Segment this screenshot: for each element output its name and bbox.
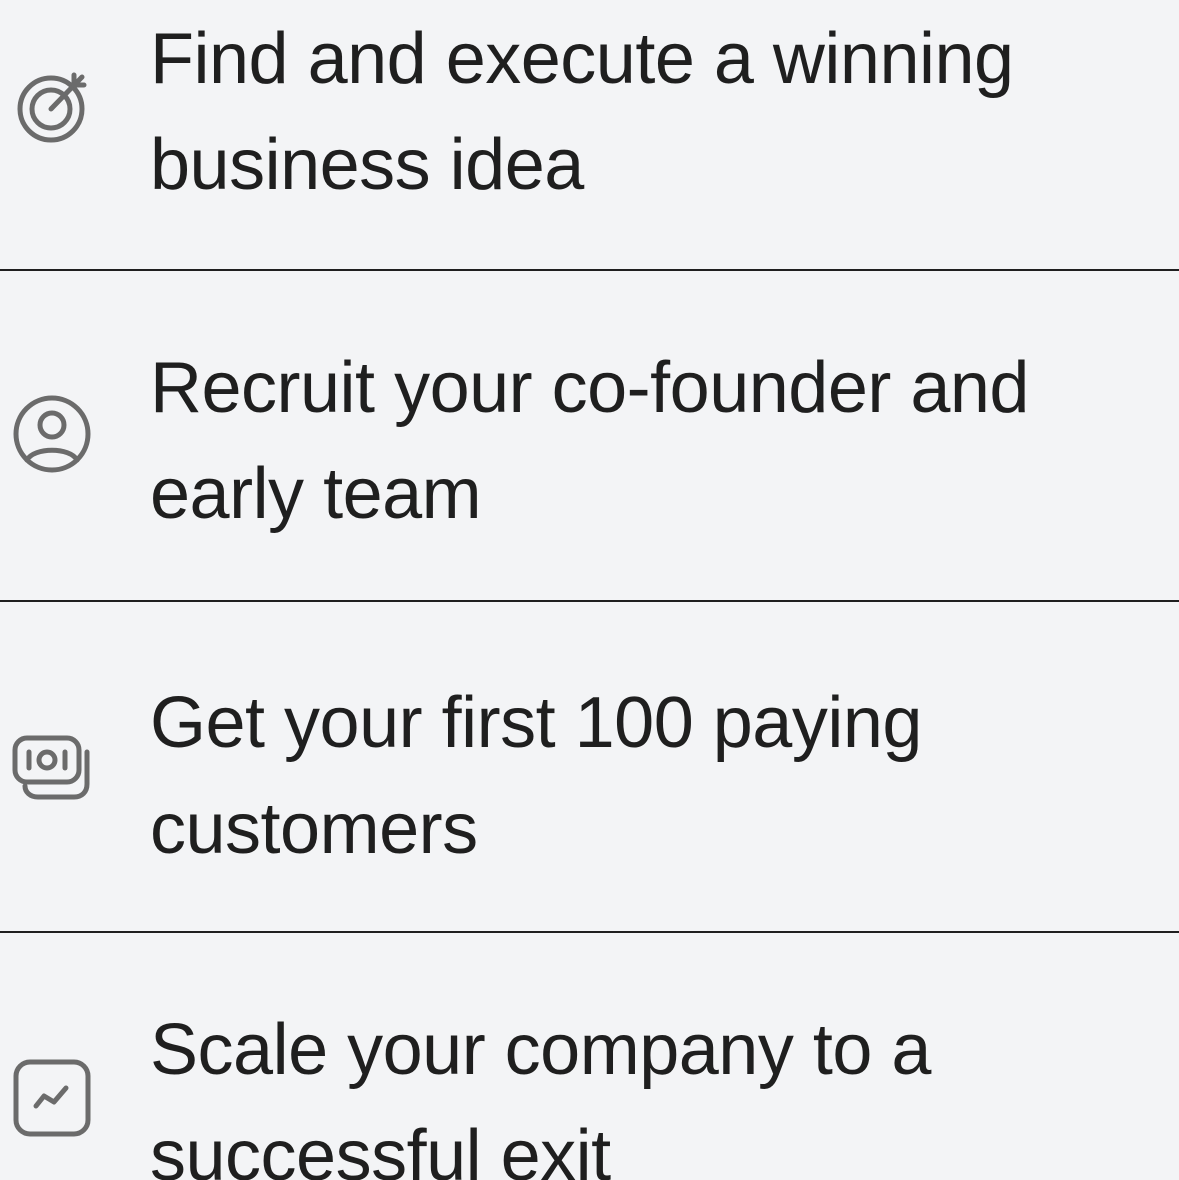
feature-text: Get your first 100 paying customers — [150, 683, 922, 869]
feature-item-paying-customers: Get your first 100 paying customers — [0, 602, 1179, 931]
feature-list: Find and execute a winning business idea… — [0, 0, 1179, 1180]
feature-text: Find and execute a winning business idea — [150, 19, 1014, 205]
user-circle-icon — [12, 394, 92, 474]
money-stack-icon — [12, 730, 92, 810]
trend-chart-icon — [12, 1058, 92, 1138]
feature-item-successful-exit: Scale your company to a successful exit — [0, 933, 1179, 1180]
feature-item-business-idea: Find and execute a winning business idea — [0, 0, 1179, 270]
feature-text: Recruit your co-founder and early team — [150, 348, 1029, 534]
feature-text: Scale your company to a successful exit — [150, 1010, 931, 1180]
feature-item-recruit-team: Recruit your co-founder and early team — [0, 271, 1179, 600]
target-icon — [12, 65, 92, 145]
